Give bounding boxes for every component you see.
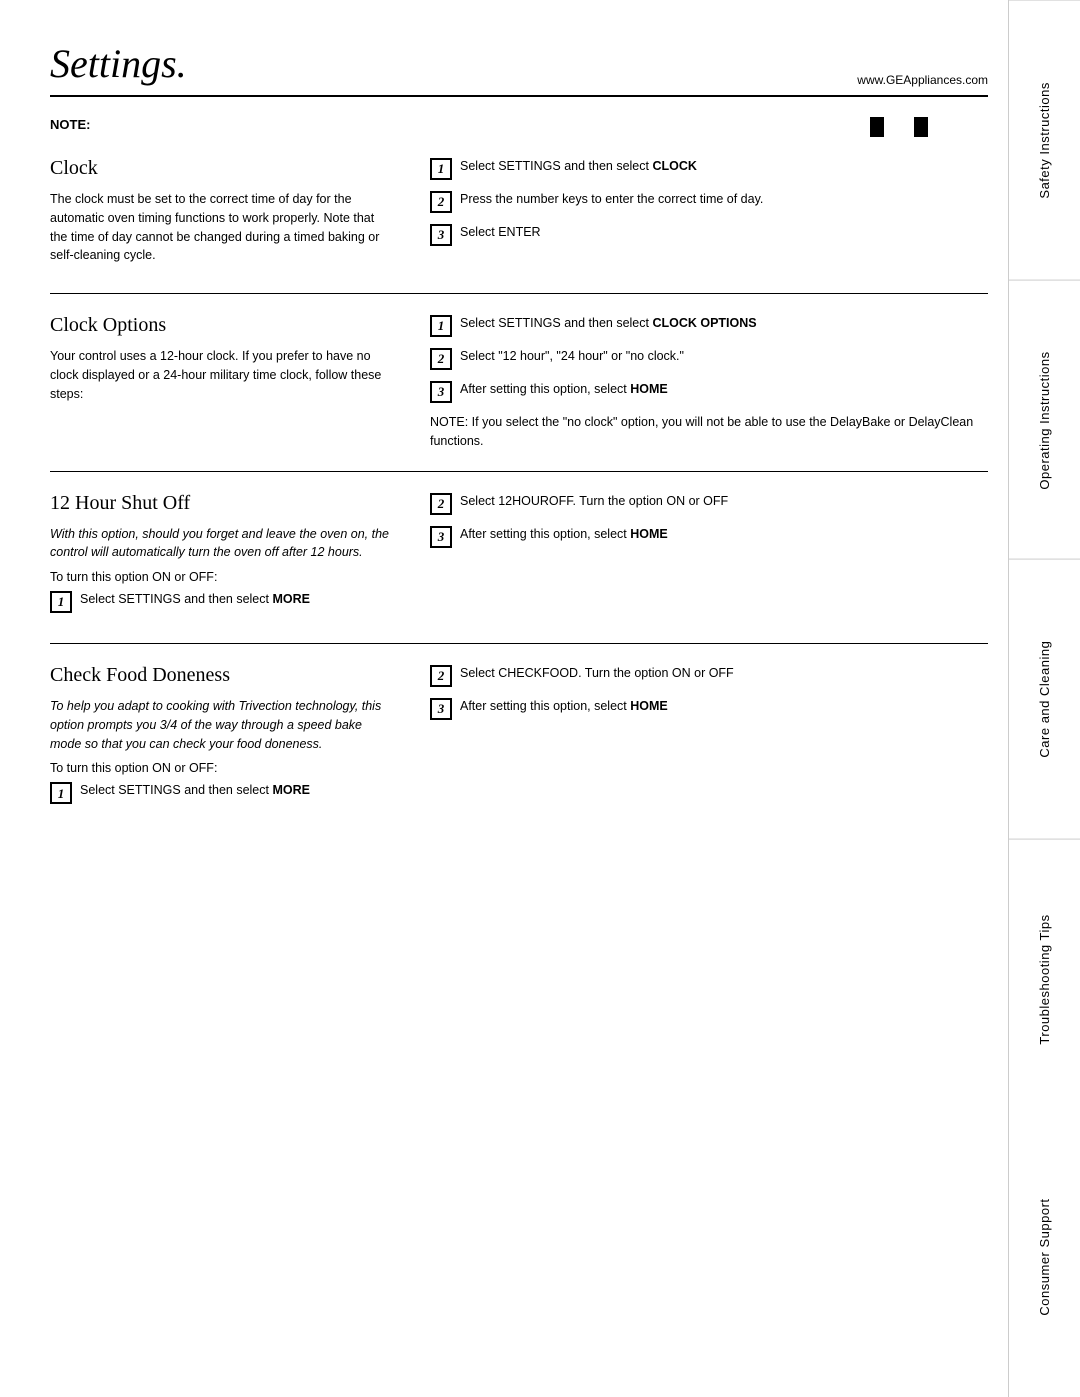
clock-options-step-text-1: Select SETTINGS and then select CLOCK OP… xyxy=(460,314,988,333)
food-doneness-body: To help you adapt to cooking with Trivec… xyxy=(50,697,390,753)
clock-options-step-3: 3 After setting this option, select HOME xyxy=(430,380,988,403)
clock-options-step-num-1: 1 xyxy=(430,315,452,337)
shutoff-step-1: 1 Select SETTINGS and then select MORE xyxy=(50,590,390,613)
food-doneness-heading: Check Food Doneness xyxy=(50,664,390,687)
clock-step-2: 2 Press the number keys to enter the cor… xyxy=(430,190,988,213)
food-doneness-step-1: 1 Select SETTINGS and then select MORE xyxy=(50,781,390,804)
food-doneness-step-num-2: 2 xyxy=(430,665,452,687)
clock-step-1: 1 Select SETTINGS and then select CLOCK xyxy=(430,157,988,180)
sidebar-care: Care and Cleaning xyxy=(1009,559,1080,839)
clock-options-heading: Clock Options xyxy=(50,314,390,337)
food-doneness-step-num-3: 3 xyxy=(430,698,452,720)
right-sidebar: Safety Instructions Operating Instructio… xyxy=(1008,0,1080,1397)
note-icon-2 xyxy=(914,117,928,137)
note-icon-1 xyxy=(870,117,884,137)
clock-options-step-text-2: Select "12 hour", "24 hour" or "no clock… xyxy=(460,347,988,366)
shutoff-right: 2 Select 12HOUROFF. Turn the option ON o… xyxy=(410,492,988,624)
sidebar-safety: Safety Instructions xyxy=(1009,0,1080,280)
clock-body: The clock must be set to the correct tim… xyxy=(50,190,390,265)
clock-options-section: Clock Options Your control uses a 12-hou… xyxy=(50,314,988,451)
clock-options-left: Clock Options Your control uses a 12-hou… xyxy=(50,314,390,451)
clock-options-step-1: 1 Select SETTINGS and then select CLOCK … xyxy=(430,314,988,337)
clock-step-num-2: 2 xyxy=(430,191,452,213)
food-doneness-step-text-1: Select SETTINGS and then select MORE xyxy=(80,781,390,800)
food-doneness-step-2: 2 Select CHECKFOOD. Turn the option ON o… xyxy=(430,664,988,687)
food-doneness-to-turn: To turn this option ON or OFF: xyxy=(50,761,390,775)
shutoff-step-3: 3 After setting this option, select HOME xyxy=(430,525,988,548)
sidebar-operating: Operating Instructions xyxy=(1009,280,1080,560)
note-row: NOTE: xyxy=(50,117,988,137)
shutoff-to-turn: To turn this option ON or OFF: xyxy=(50,570,390,584)
clock-step-num-1: 1 xyxy=(430,158,452,180)
food-doneness-left: Check Food Doneness To help you adapt to… xyxy=(50,664,390,814)
divider-1 xyxy=(50,293,988,294)
shutoff-step-text-3: After setting this option, select HOME xyxy=(460,525,988,544)
food-doneness-right: 2 Select CHECKFOOD. Turn the option ON o… xyxy=(410,664,988,814)
clock-step-text-1: Select SETTINGS and then select CLOCK xyxy=(460,157,988,176)
divider-3 xyxy=(50,643,988,644)
shutoff-left: 12 Hour Shut Off With this option, shoul… xyxy=(50,492,390,624)
clock-options-body: Your control uses a 12-hour clock. If yo… xyxy=(50,347,390,403)
shutoff-step-num-3: 3 xyxy=(430,526,452,548)
clock-options-step-2: 2 Select "12 hour", "24 hour" or "no clo… xyxy=(430,347,988,370)
clock-heading: Clock xyxy=(50,157,390,180)
note-icons xyxy=(870,117,988,137)
sidebar-troubleshooting: Troubleshooting Tips xyxy=(1009,839,1080,1119)
shutoff-section: 12 Hour Shut Off With this option, shoul… xyxy=(50,492,988,624)
shutoff-heading: 12 Hour Shut Off xyxy=(50,492,390,515)
food-doneness-step-3: 3 After setting this option, select HOME xyxy=(430,697,988,720)
clock-options-step-num-3: 3 xyxy=(430,381,452,403)
shutoff-step-text-2: Select 12HOUROFF. Turn the option ON or … xyxy=(460,492,988,511)
clock-options-right: 1 Select SETTINGS and then select CLOCK … xyxy=(410,314,988,451)
clock-options-step-num-2: 2 xyxy=(430,348,452,370)
shutoff-step-num-2: 2 xyxy=(430,493,452,515)
food-doneness-step-text-2: Select CHECKFOOD. Turn the option ON or … xyxy=(460,664,988,683)
food-doneness-step-num-1: 1 xyxy=(50,782,72,804)
shutoff-step-num-1: 1 xyxy=(50,591,72,613)
clock-options-note: NOTE: If you select the "no clock" optio… xyxy=(430,413,988,451)
sidebar-consumer: Consumer Support xyxy=(1009,1118,1080,1397)
divider-2 xyxy=(50,471,988,472)
clock-section: Clock The clock must be set to the corre… xyxy=(50,157,988,273)
page-title: Settings. xyxy=(50,40,187,87)
shutoff-body: With this option, should you forget and … xyxy=(50,525,390,563)
note-label: NOTE: xyxy=(50,117,100,132)
clock-step-text-2: Press the number keys to enter the corre… xyxy=(460,190,988,209)
clock-step-text-3: Select ENTER xyxy=(460,223,988,242)
clock-options-step-text-3: After setting this option, select HOME xyxy=(460,380,988,399)
food-doneness-section: Check Food Doneness To help you adapt to… xyxy=(50,664,988,814)
clock-right: 1 Select SETTINGS and then select CLOCK … xyxy=(410,157,988,273)
clock-left: Clock The clock must be set to the corre… xyxy=(50,157,390,273)
shutoff-step-text-1: Select SETTINGS and then select MORE xyxy=(80,590,390,609)
food-doneness-step-text-3: After setting this option, select HOME xyxy=(460,697,988,716)
website-url: www.GEAppliances.com xyxy=(857,73,988,87)
page-header: Settings. www.GEAppliances.com xyxy=(50,40,988,97)
clock-step-num-3: 3 xyxy=(430,224,452,246)
clock-step-3: 3 Select ENTER xyxy=(430,223,988,246)
shutoff-step-2: 2 Select 12HOUROFF. Turn the option ON o… xyxy=(430,492,988,515)
